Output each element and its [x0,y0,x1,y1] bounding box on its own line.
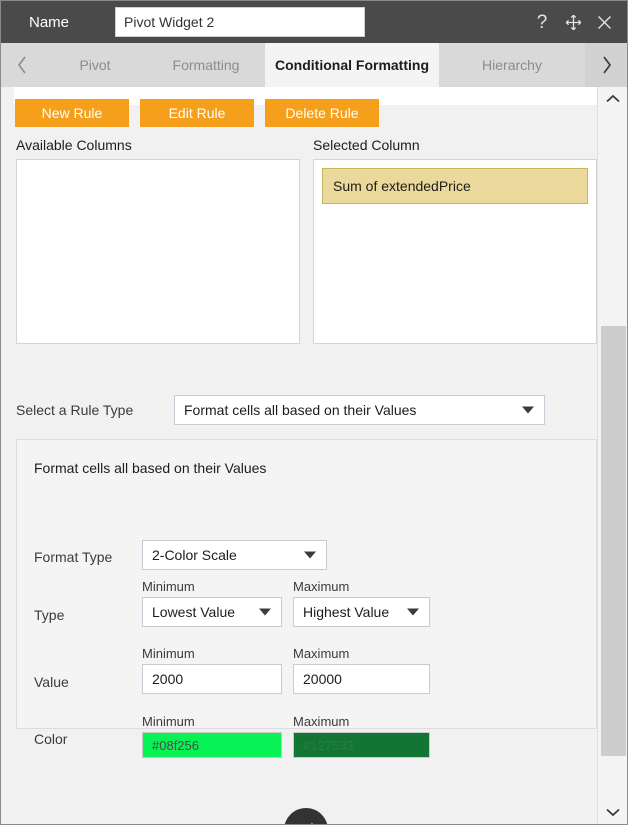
confirm-rule-button[interactable] [284,808,328,824]
type-minimum-select[interactable]: Lowest Value [142,597,282,627]
selected-column-label: Selected Column [313,137,420,153]
conditional-formatting-dialog: Name ? [0,0,628,825]
tab-bar: Pivot Formatting Conditional Formatting … [1,43,627,87]
rule-type-value: Format cells all based on their Values [184,402,417,418]
value-minimum-input[interactable] [142,664,282,694]
rule-action-buttons: New Rule Edit Rule Delete Rule [15,99,379,127]
list-item[interactable]: Sum of extendedPrice [322,168,588,204]
dialog-body: New Rule Edit Rule Delete Rule Available… [1,87,627,824]
chevron-up-icon[interactable] [598,87,627,111]
close-icon[interactable] [593,10,615,34]
type-minimum-label: Minimum [142,579,195,594]
type-maximum-value: Highest Value [303,604,390,620]
tab-hierarchy[interactable]: Hierarchy [439,43,585,87]
type-minimum-value: Lowest Value [152,604,236,620]
color-minimum-swatch[interactable]: #08f256 [142,732,282,758]
move-icon[interactable] [562,10,584,34]
format-type-value: 2-Color Scale [152,547,237,563]
value-minimum-label: Minimum [142,646,195,661]
value-label: Value [34,674,69,690]
tab-conditional-formatting[interactable]: Conditional Formatting [265,43,439,87]
selected-column-listbox[interactable]: Sum of extendedPrice [313,159,597,344]
tab-conditional-formatting-label: Conditional Formatting [275,57,429,73]
color-label: Color [34,731,68,747]
name-label: Name [29,13,70,31]
color-minimum-label: Minimum [142,714,195,729]
rule-detail-panel: Format cells all based on their Values F… [16,439,597,758]
rule-type-select[interactable]: Format cells all based on their Values [174,395,545,425]
rule-type-row: Select a Rule Type Format cells all base… [1,395,611,425]
tab-formatting-label: Formatting [172,57,240,73]
available-columns-listbox[interactable] [16,159,300,344]
chevron-left-icon[interactable] [1,43,43,87]
tab-hierarchy-label: Hierarchy [482,57,542,73]
titlebar-actions: ? [531,10,615,34]
color-maximum-label: Maximum [293,714,350,729]
widget-name-input[interactable] [115,7,365,37]
tab-formatting[interactable]: Formatting [147,43,265,87]
scrollbar-thumb[interactable] [601,326,626,756]
new-rule-button[interactable]: New Rule [15,99,129,127]
type-label: Type [34,607,65,623]
chevron-down-icon [407,608,419,616]
vertical-scrollbar[interactable] [597,87,627,824]
chevron-down-icon [304,551,316,559]
color-maximum-swatch[interactable]: #127533 [293,732,430,758]
question-mark-icon[interactable]: ? [531,10,553,34]
available-columns-label: Available Columns [16,137,132,153]
value-maximum-label: Maximum [293,646,350,661]
rule-type-label: Select a Rule Type [16,402,134,418]
type-maximum-select[interactable]: Highest Value [293,597,430,627]
format-type-select[interactable]: 2-Color Scale [142,540,327,570]
chevron-down-icon[interactable] [598,800,627,824]
rule-panel-title: Format cells all based on their Values [34,460,267,476]
type-maximum-label: Maximum [293,579,350,594]
delete-rule-button[interactable]: Delete Rule [265,99,379,127]
format-type-label: Format Type [34,549,113,565]
check-icon [294,816,318,824]
tab-pivot-label: Pivot [79,57,111,73]
tab-pivot[interactable]: Pivot [43,43,147,87]
edit-rule-button[interactable]: Edit Rule [140,99,254,127]
value-maximum-input[interactable] [293,664,430,694]
dialog-titlebar: Name ? [1,1,627,43]
chevron-down-icon [522,406,534,414]
chevron-down-icon [259,608,271,616]
chevron-right-icon[interactable] [585,43,627,87]
